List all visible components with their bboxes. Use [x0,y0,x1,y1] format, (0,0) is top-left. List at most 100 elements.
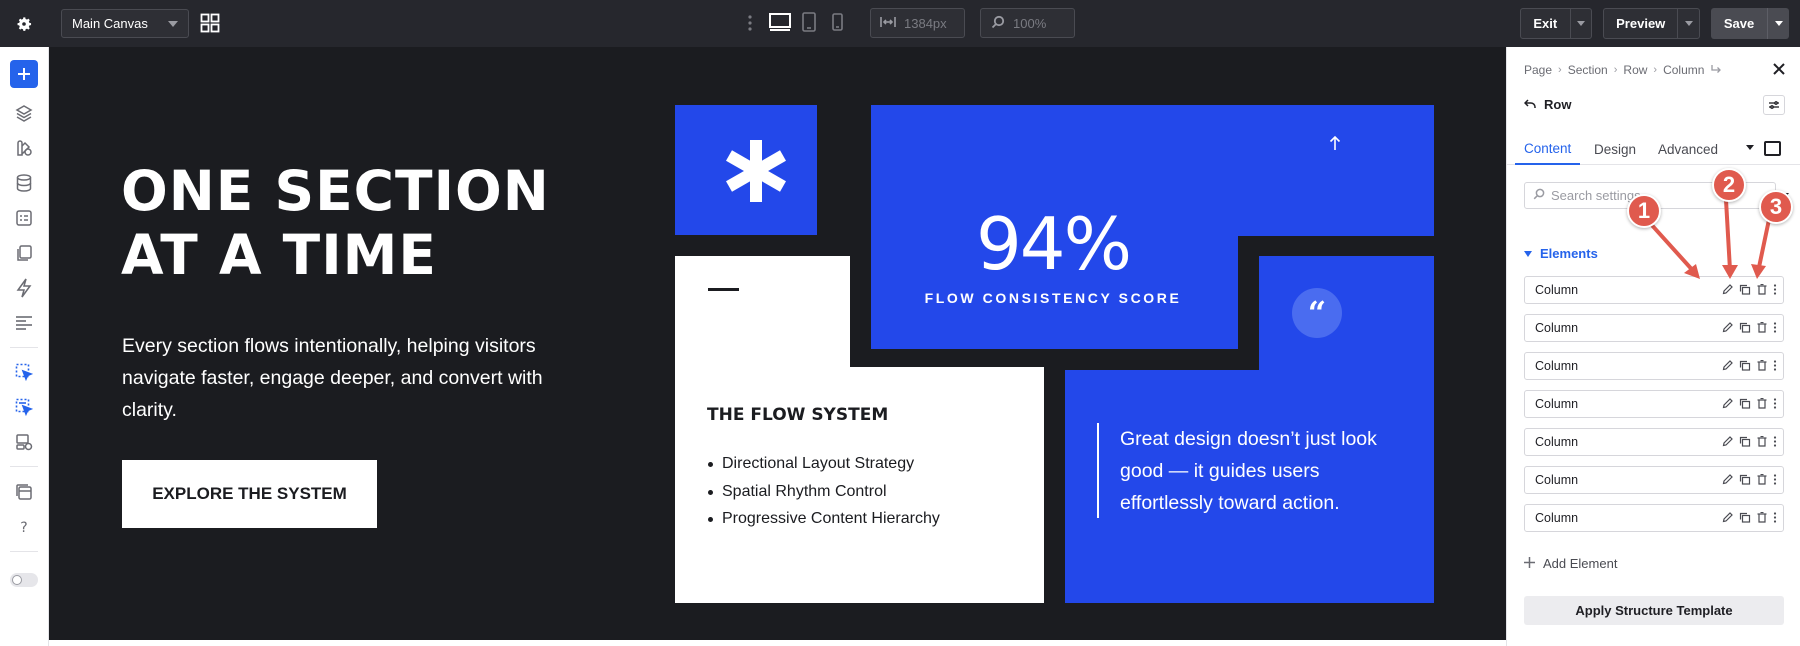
more-vertical-icon[interactable] [1773,474,1777,485]
flow-list: Directional Layout Strategy Spatial Rhyt… [708,450,940,533]
edit-icon[interactable] [1722,474,1733,485]
add-element-link[interactable]: Add Element [1524,556,1617,571]
edit-icon[interactable] [1722,322,1733,333]
preview-dropdown-button[interactable] [1677,9,1699,38]
annotation-badge-3: 3 [1759,190,1793,224]
lightning-icon[interactable] [13,277,35,299]
canvas-width-value: 1384px [904,15,947,31]
duplicate-icon[interactable] [1739,284,1751,295]
help-icon[interactable]: ? [13,516,35,538]
edit-icon[interactable] [1722,512,1733,523]
delete-icon[interactable] [1757,398,1767,409]
quote-icon: “ [1292,288,1342,338]
zoom-value: 100% [1013,15,1047,31]
duplicate-icon[interactable] [1739,360,1751,371]
element-row-column[interactable]: Column [1524,352,1784,380]
element-row-actions [1722,284,1777,295]
stat-label: FLOW CONSISTENCY SCORE [924,290,1182,306]
tab-design[interactable]: Design [1594,133,1636,165]
delete-icon[interactable] [1757,360,1767,371]
edit-icon[interactable] [1722,398,1733,409]
edit-icon[interactable] [1722,360,1733,371]
element-row-column[interactable]: Column [1524,390,1784,418]
more-vertical-icon[interactable] [1773,512,1777,523]
forms-icon[interactable] [13,207,35,229]
breadcrumb-item-column[interactable]: Column [1663,63,1704,77]
delete-icon[interactable] [1757,512,1767,523]
canvas-width-field[interactable]: 1384px [870,8,965,38]
explore-system-button[interactable]: EXPLORE THE SYSTEM [122,460,377,528]
more-vertical-icon[interactable] [747,14,753,37]
more-vertical-icon[interactable] [1773,436,1777,447]
element-row-column[interactable]: Column [1524,276,1784,304]
global-elements-icon[interactable] [13,431,35,453]
back-arrow-icon[interactable] [1523,97,1536,112]
layers-icon[interactable] [13,102,35,124]
exit-button[interactable]: Exit [1521,9,1570,38]
edit-icon[interactable] [1722,436,1733,447]
delete-icon[interactable] [1757,322,1767,333]
plus-icon [1524,556,1535,571]
apply-structure-template-button[interactable]: Apply Structure Template [1524,596,1784,625]
panel-options-button[interactable] [1763,95,1785,115]
device-preview-icon[interactable] [1764,141,1781,156]
more-vertical-icon[interactable] [1773,398,1777,409]
duplicate-icon[interactable] [1739,322,1751,333]
structure-icon[interactable] [13,312,35,334]
layout-grid-icon[interactable] [200,13,220,38]
tablet-view-icon[interactable] [802,12,816,37]
more-vertical-icon[interactable] [1773,322,1777,333]
settings-gear-icon[interactable] [0,0,47,47]
exit-dropdown-button[interactable] [1569,9,1591,38]
database-icon[interactable] [13,172,35,194]
asterisk-icon [723,138,789,209]
hero-title: ONE SECTION AT A TIME [121,159,550,287]
pages-icon[interactable] [13,242,35,264]
save-dropdown-button[interactable] [1767,8,1789,39]
preview-button[interactable]: Preview [1604,9,1677,38]
duplicate-icon[interactable] [1739,398,1751,409]
zoom-field[interactable]: 100% [980,8,1075,38]
element-row-column[interactable]: Column [1524,466,1784,494]
zoom-search-icon [991,15,1005,32]
chevron-down-icon[interactable] [1746,145,1754,150]
chevron-down-icon [1684,21,1693,26]
tab-advanced[interactable]: Advanced [1658,133,1718,165]
breadcrumb-item-row[interactable]: Row [1623,63,1647,77]
duplicate-icon[interactable] [1739,474,1751,485]
add-element-button[interactable] [10,60,38,88]
delete-icon[interactable] [1757,284,1767,295]
delete-icon[interactable] [1757,436,1767,447]
element-row-actions [1722,436,1777,447]
hero-description: Every section flows intentionally, helpi… [122,335,543,421]
save-button[interactable]: Save [1711,16,1767,31]
exit-button-group: Exit [1520,8,1592,39]
save-button-group: Save [1711,8,1789,39]
duplicate-icon[interactable] [1739,436,1751,447]
canvas-select[interactable]: Main Canvas [61,9,189,38]
select-section-icon[interactable] [13,396,35,418]
breadcrumb-item-section[interactable]: Section [1568,63,1608,77]
select-element-icon[interactable] [13,361,35,383]
more-vertical-icon[interactable] [1773,284,1777,295]
close-icon[interactable] [1772,62,1786,81]
delete-icon[interactable] [1757,474,1767,485]
tab-content[interactable]: Content [1515,133,1581,165]
templates-icon[interactable] [13,481,35,503]
arrow-up-icon [1329,135,1341,156]
element-row-column[interactable]: Column [1524,428,1784,456]
edit-icon[interactable] [1722,284,1733,295]
mode-toggle[interactable] [10,573,38,587]
duplicate-icon[interactable] [1739,512,1751,523]
canvas-select-value: Main Canvas [72,16,148,31]
element-row-column[interactable]: Column [1524,504,1784,532]
element-row-actions [1722,512,1777,523]
mobile-view-icon[interactable] [832,12,843,37]
desktop-view-icon[interactable] [769,12,791,37]
more-vertical-icon[interactable] [1773,360,1777,371]
element-row-column[interactable]: Column [1524,314,1784,342]
breadcrumb-item-page[interactable]: Page [1524,63,1552,77]
annotation-badge-1: 1 [1627,194,1661,228]
toolbar-divider [10,551,38,552]
style-guide-icon[interactable] [13,137,35,159]
